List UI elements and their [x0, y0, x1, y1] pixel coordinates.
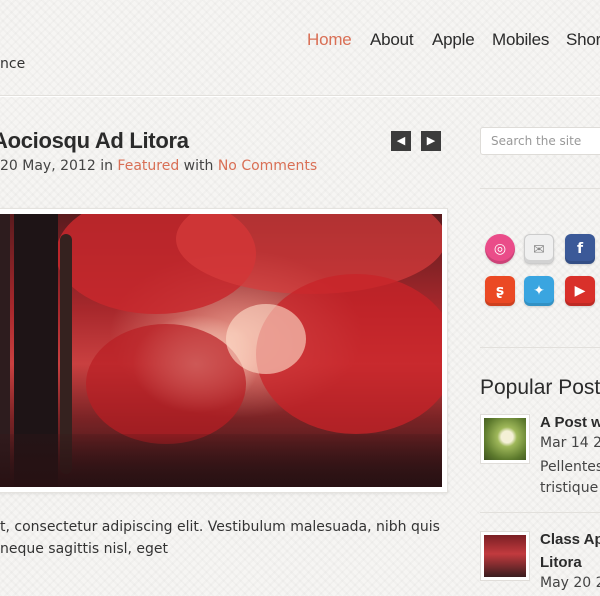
stumbleupon-icon[interactable]: ʂ — [485, 276, 515, 306]
popular-post-date: May 20 2 — [540, 575, 600, 591]
post-title[interactable]: Aociosqu Ad Litora — [0, 128, 189, 154]
nav-item-mobiles[interactable]: Mobiles — [492, 30, 549, 50]
header-divider — [0, 95, 600, 97]
search-input[interactable]: Search the site — [480, 127, 600, 155]
dribbble-icon[interactable]: ◎ — [485, 234, 515, 264]
chevron-right-icon: ▶ — [426, 134, 436, 147]
popular-post-thumbnail[interactable] — [480, 531, 530, 581]
featured-image-frame — [0, 208, 448, 493]
popular-post-title[interactable]: A Post wi — [540, 414, 600, 431]
chevron-left-icon: ◀ — [396, 134, 406, 147]
excerpt-line: t, consectetur adipiscing elit. Vestibul… — [0, 519, 440, 535]
post-meta: 20 May, 2012 in Featured with No Comment… — [0, 158, 317, 174]
post-excerpt: t, consectetur adipiscing elit. Vestibul… — [0, 516, 440, 560]
nav-item-short[interactable]: Short — [566, 30, 600, 50]
site-tagline: nce — [0, 56, 26, 72]
sidebar-divider — [480, 188, 600, 189]
post-in-word: in — [100, 158, 113, 174]
popular-post-title[interactable]: Class Apt — [540, 531, 600, 548]
next-post-button[interactable]: ▶ — [421, 131, 441, 151]
sidebar-divider — [480, 512, 600, 513]
popular-post-excerpt: tristique — [540, 480, 599, 496]
youtube-icon[interactable]: ▶ — [565, 276, 595, 306]
popular-post-thumbnail[interactable] — [480, 414, 530, 464]
nav-item-apple[interactable]: Apple — [432, 30, 475, 50]
popular-post-date: Mar 14 2 — [540, 435, 600, 451]
popular-post-excerpt: Pellentes — [540, 459, 600, 475]
facebook-icon[interactable]: f — [565, 234, 595, 264]
popular-posts-title: Popular Posts — [480, 376, 600, 399]
excerpt-line: neque sagittis nisl, eget — [0, 541, 169, 557]
twitter-icon[interactable]: ✦ — [524, 276, 554, 306]
post-date: 20 May, 2012 — [0, 158, 96, 174]
main-nav: Home About Apple Mobiles Short — [0, 30, 600, 54]
prev-post-button[interactable]: ◀ — [391, 131, 411, 151]
post-with-word: with — [183, 158, 214, 174]
featured-image[interactable] — [0, 214, 442, 487]
email-icon[interactable]: ✉ — [524, 234, 554, 264]
post-comments-link[interactable]: No Comments — [218, 158, 317, 174]
nav-item-home[interactable]: Home — [307, 30, 352, 50]
popular-post-title-line2[interactable]: Litora — [540, 554, 582, 571]
nav-item-about[interactable]: About — [370, 30, 414, 50]
sidebar-divider — [480, 347, 600, 348]
post-category-link[interactable]: Featured — [117, 158, 179, 174]
